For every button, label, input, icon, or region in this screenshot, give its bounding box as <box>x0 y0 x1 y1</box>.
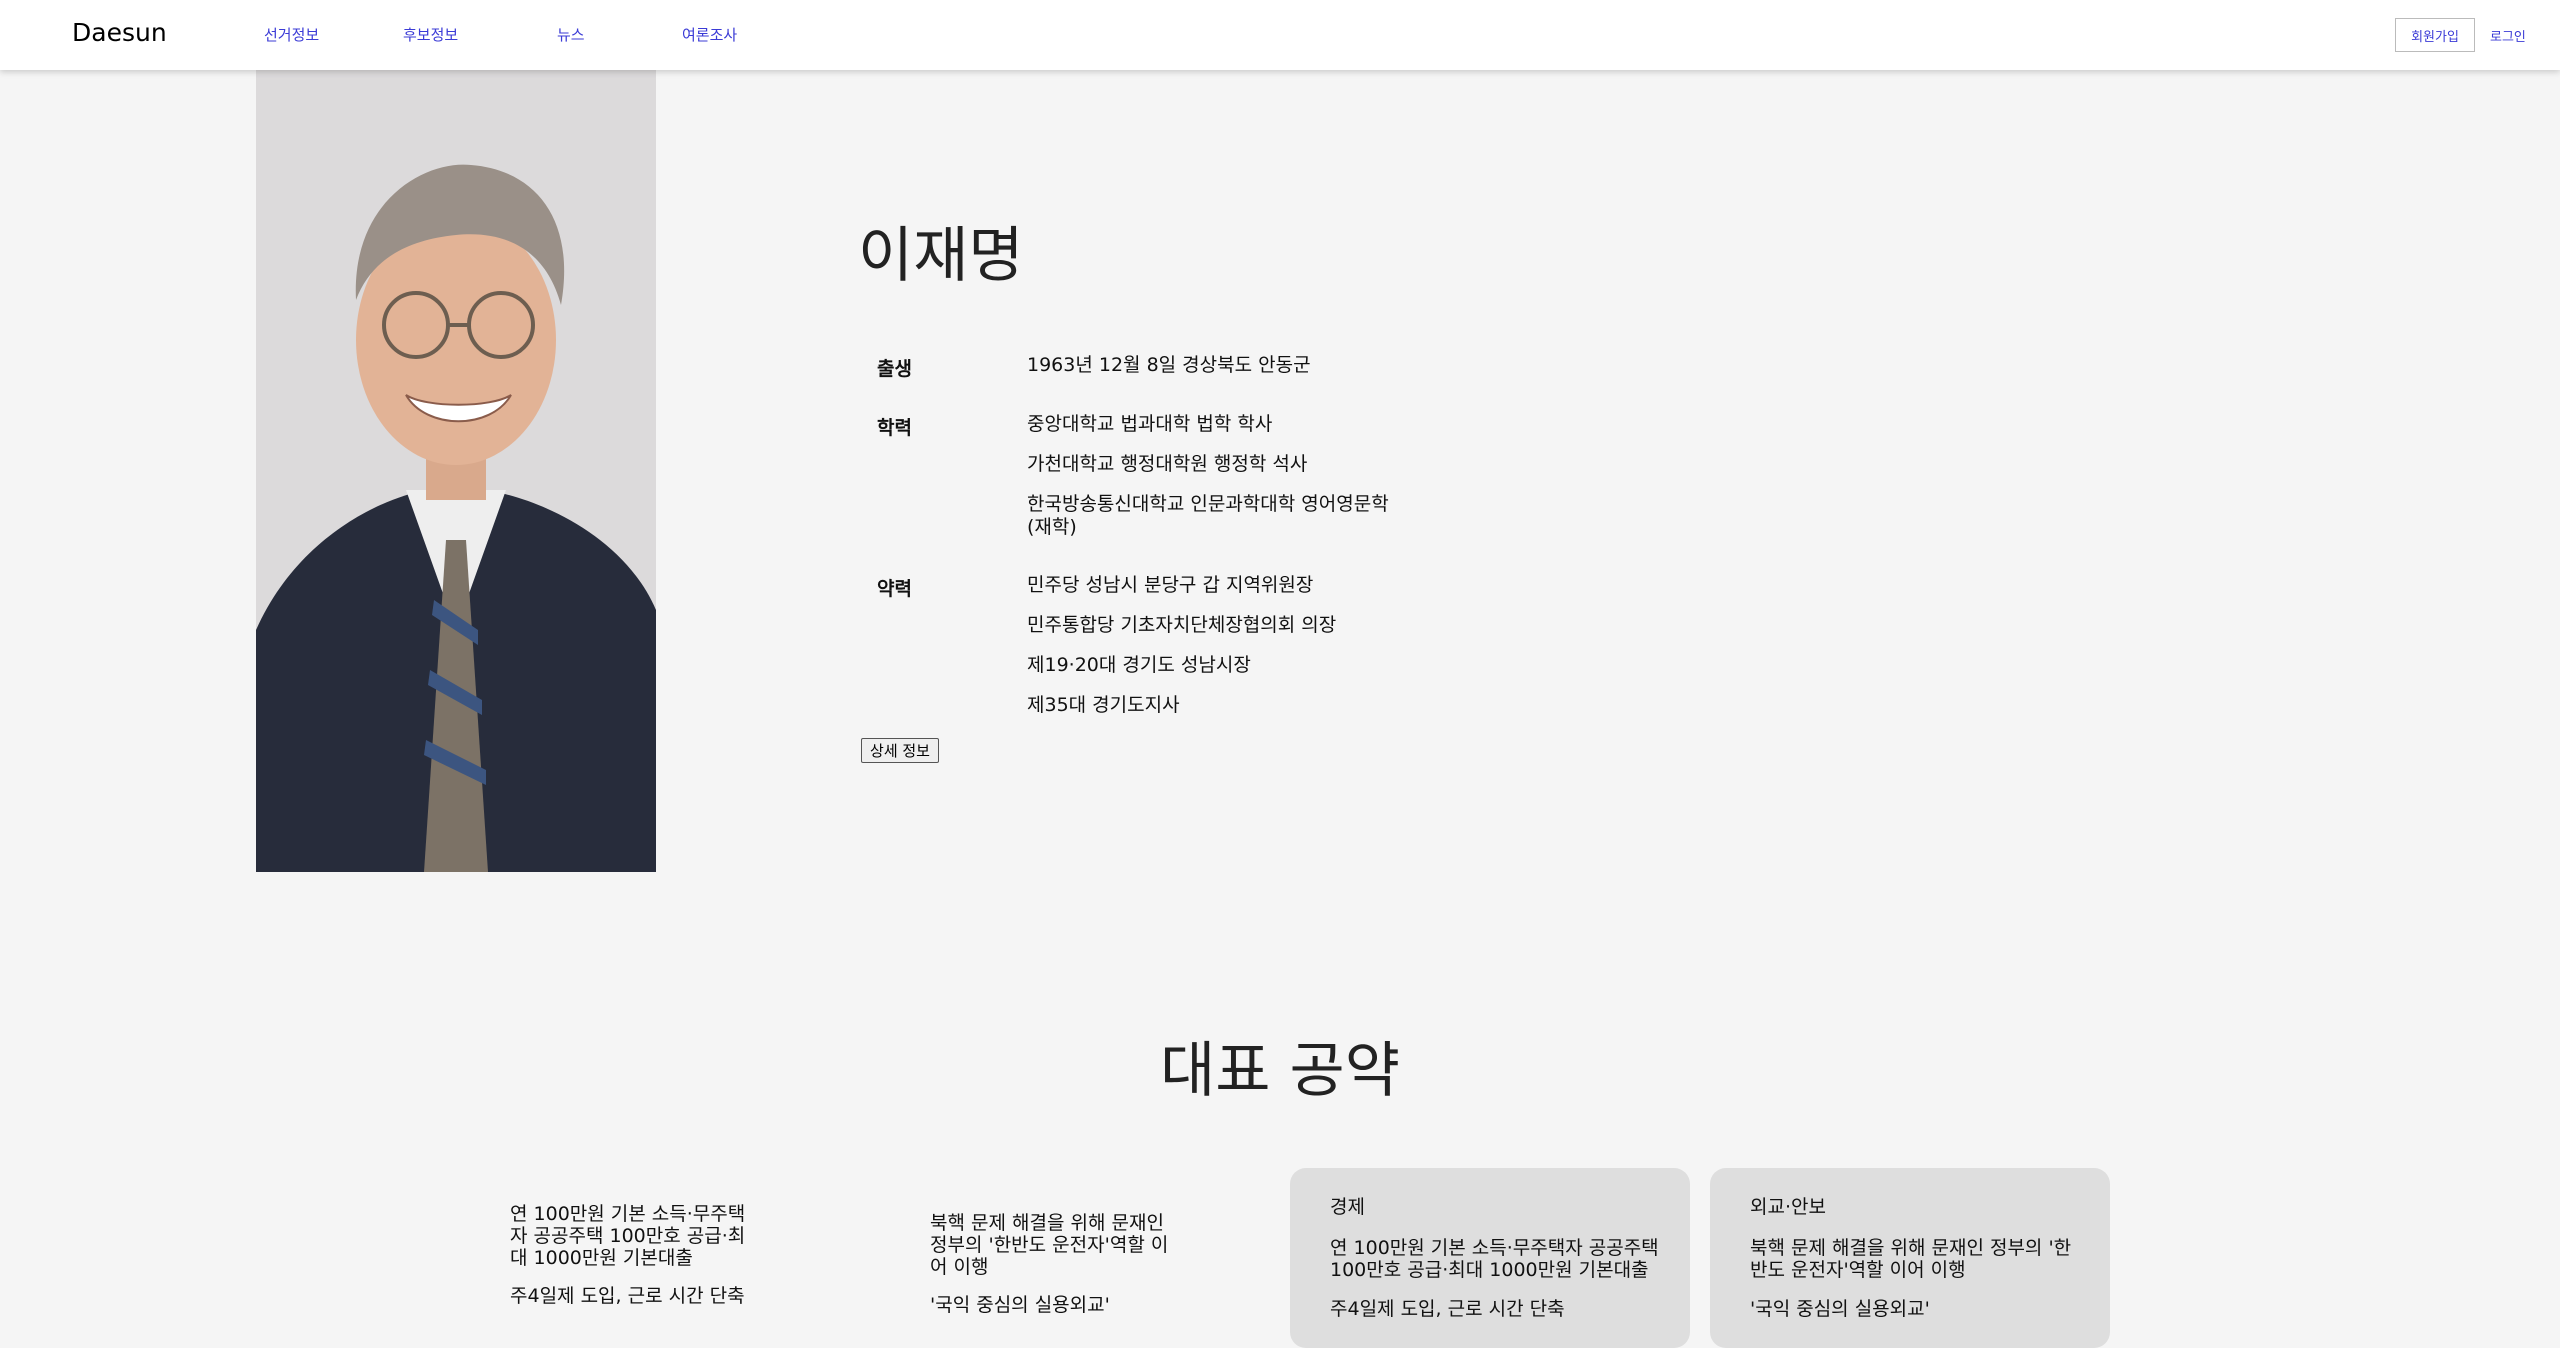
education-label: 학력 <box>877 417 912 439</box>
card-text: 북핵 문제 해결을 위해 문재인 정부의 '한반도 운전자'역할 이어 이행 <box>1750 1237 2072 1281</box>
birth-value: 1963년 12월 8일 경상북도 안동군 <box>1027 354 1311 376</box>
top-nav-bar: Daesun 선거정보 후보정보 뉴스 여론조사 회원가입 로그인 <box>0 0 2560 70</box>
career-item: 제35대 경기도지사 <box>1027 694 1180 716</box>
candidate-name: 이재명 <box>858 221 1024 291</box>
career-item: 민주통합당 기초자치단체장협의회 의장 <box>1027 614 1337 636</box>
pledges-title: 대표 공약 <box>1160 1036 1400 1106</box>
pledge-text: 북핵 문제 해결을 위해 문재인 정부의 '한반도 운전자'역할 이어 이행 <box>930 1212 1169 1278</box>
pledge-card-diplomacy[interactable]: 외교·안보 북핵 문제 해결을 위해 문재인 정부의 '한반도 운전자'역할 이… <box>1710 1168 2110 1348</box>
birth-label: 출생 <box>877 358 912 380</box>
career-label: 약력 <box>877 578 912 600</box>
pledge-card-economy[interactable]: 경제 연 100만원 기본 소득·무주택자 공공주택 100만호 공급·최대 1… <box>1290 1168 1690 1348</box>
career-item: 민주당 성남시 분당구 갑 지역위원장 <box>1027 574 1314 596</box>
education-item: 가천대학교 행정대학원 행정학 석사 <box>1027 453 1308 475</box>
card-text: 연 100만원 기본 소득·무주택자 공공주택 100만호 공급·최대 1000… <box>1330 1237 1659 1281</box>
card-title: 경제 <box>1330 1196 1365 1218</box>
nav-candidate-info[interactable]: 후보정보 <box>403 24 458 45</box>
education-item: 한국방송통신대학교 인문과학대학 영어영문학 (재학) <box>1027 493 1389 538</box>
site-logo[interactable]: Daesun <box>72 18 167 47</box>
pledge-text: '국익 중심의 실용외교' <box>930 1294 1110 1316</box>
card-text: 주4일제 도입, 근로 시간 단축 <box>1330 1298 1565 1320</box>
signup-button[interactable]: 회원가입 <box>2395 18 2475 52</box>
detail-info-button[interactable]: 상세 정보 <box>861 738 939 763</box>
nav-polls[interactable]: 여론조사 <box>682 24 737 45</box>
card-text: '국익 중심의 실용외교' <box>1750 1298 1930 1320</box>
candidate-photo <box>256 70 656 872</box>
pledge-text: 주4일제 도입, 근로 시간 단축 <box>510 1285 745 1307</box>
nav-election-info[interactable]: 선거정보 <box>264 24 319 45</box>
card-title: 외교·안보 <box>1750 1196 1826 1218</box>
career-item: 제19·20대 경기도 성남시장 <box>1027 654 1251 676</box>
pledge-text: 연 100만원 기본 소득·무주택자 공공주택 100만호 공급·최대 1000… <box>510 1203 746 1269</box>
education-item: 중앙대학교 법과대학 법학 학사 <box>1027 413 1273 435</box>
nav-news[interactable]: 뉴스 <box>557 24 585 45</box>
login-link[interactable]: 로그인 <box>2490 26 2526 45</box>
